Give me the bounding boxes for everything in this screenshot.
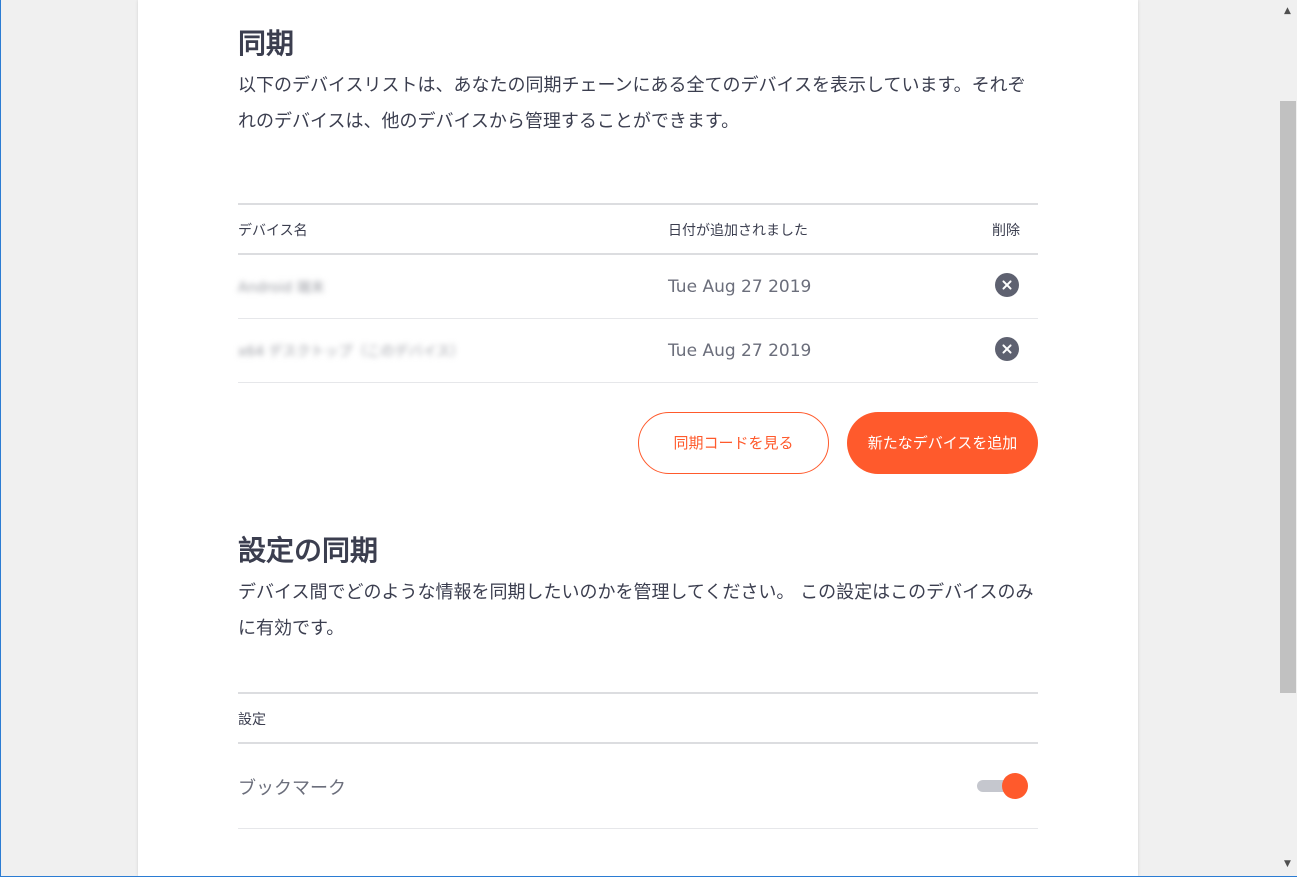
sync-title: 同期 (238, 27, 295, 60)
sync-page-card: 同期 以下のデバイスリストは、あなたの同期チェーンにある全てのデバイスを表示して… (138, 0, 1138, 877)
setting-row-bookmarks: ブックマーク (238, 744, 1038, 829)
add-new-device-button[interactable]: 新たなデバイスを追加 (847, 412, 1038, 474)
device-table-header: デバイス名 日付が追加されました 削除 (238, 203, 1038, 255)
device-name: x64 デスクトップ（このデバイス） (238, 344, 465, 360)
settings-table-header: 設定 (238, 692, 1038, 744)
device-row: Android 端末 Tue Aug 27 2019 (238, 255, 1038, 319)
arrow-up-icon[interactable]: ▲ (1278, 3, 1297, 20)
header-date-added: 日付が追加されました (668, 223, 808, 239)
header-remove: 削除 (992, 223, 1020, 239)
device-date-added: Tue Aug 27 2019 (668, 277, 812, 297)
setting-label-bookmarks: ブックマーク (238, 778, 346, 799)
arrow-down-icon[interactable]: ▼ (1278, 856, 1297, 873)
header-device-name: デバイス名 (238, 223, 308, 239)
window-frame-left (0, 0, 1, 877)
remove-device-icon[interactable] (995, 273, 1019, 297)
settings-sync-description: デバイス間でどのような情報を同期したいのかを管理してください。 この設定はこのデ… (238, 582, 1034, 639)
device-table: デバイス名 日付が追加されました 削除 Android 端末 Tue Aug 2… (238, 203, 1038, 383)
remove-device-icon[interactable] (995, 337, 1019, 361)
vertical-scrollbar[interactable]: ▲ ▼ (1278, 0, 1297, 877)
bookmarks-toggle[interactable] (977, 773, 1029, 799)
sync-description: 以下のデバイスリストは、あなたの同期チェーンにある全てのデバイスを表示しています… (238, 75, 1026, 132)
device-row: x64 デスクトップ（このデバイス） Tue Aug 27 2019 (238, 319, 1038, 383)
view-sync-code-button[interactable]: 同期コードを見る (638, 412, 829, 474)
toggle-knob (1002, 773, 1028, 799)
scrollbar-thumb[interactable] (1280, 101, 1296, 693)
header-setting: 設定 (238, 712, 266, 728)
settings-sync-title: 設定の同期 (238, 534, 379, 567)
settings-table: 設定 ブックマーク (238, 692, 1038, 829)
device-date-added: Tue Aug 27 2019 (668, 341, 812, 361)
device-name: Android 端末 (238, 280, 325, 296)
